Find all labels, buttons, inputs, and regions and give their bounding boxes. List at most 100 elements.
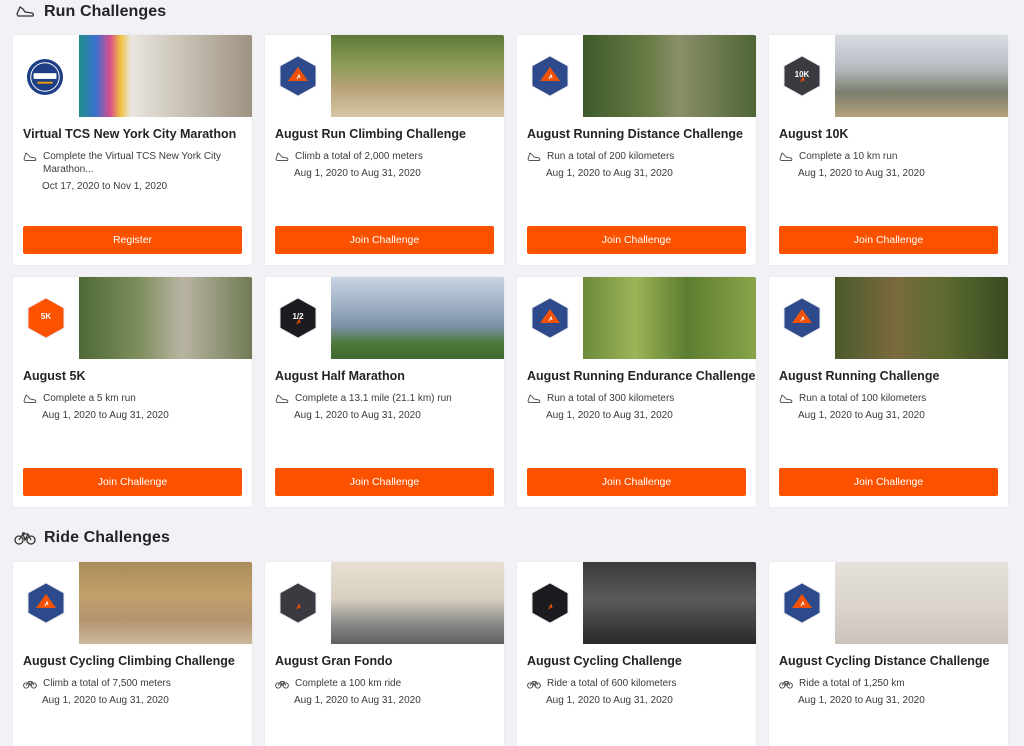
join-challenge-button[interactable]: Join Challenge <box>527 468 746 496</box>
challenge-title[interactable]: August 5K <box>23 369 86 383</box>
cycling-distance-hex-badge <box>783 582 821 624</box>
cycling-climb-hex-badge <box>27 582 65 624</box>
run-section-header: Run Challenges <box>14 0 166 25</box>
challenge-title[interactable]: August Cycling Distance Challenge <box>779 654 989 668</box>
challenge-description: Run a total of 300 kilometers <box>547 393 675 404</box>
ride-section-header: Ride Challenges <box>14 525 170 551</box>
join-challenge-button[interactable]: Join Challenge <box>527 226 746 254</box>
challenge-description: Climb a total of 7,500 meters <box>43 678 171 689</box>
challenge-badge <box>517 562 583 644</box>
challenge-badge <box>769 562 835 644</box>
challenge-dates: Oct 17, 2020 to Nov 1, 2020 <box>42 181 168 192</box>
challenge-description: Complete a 13.1 mile (21.1 km) run <box>295 393 452 404</box>
challenge-dates: Aug 1, 2020 to Aug 31, 2020 <box>546 410 673 421</box>
run-challenge-card[interactable]: August Running Endurance Challenge Run a … <box>517 277 756 507</box>
join-challenge-button[interactable]: Join Challenge <box>779 226 998 254</box>
challenge-title[interactable]: August Cycling Climbing Challenge <box>23 654 235 668</box>
bamboo-runners-photo <box>583 277 756 359</box>
challenge-description: Ride a total of 600 kilometers <box>547 678 677 689</box>
hill-runners-photo <box>835 35 1008 117</box>
challenge-title[interactable]: August Half Marathon <box>275 369 405 383</box>
run-challenges-grid: Virtual TCS New York City Marathon Comple… <box>13 35 1008 507</box>
shoe-icon <box>275 394 289 403</box>
gravel-cyclist-photo <box>79 562 252 644</box>
challenge-description: Complete a 10 km run <box>799 151 898 162</box>
challenge-badge <box>265 562 331 644</box>
5k-hex-badge: 5K <box>27 297 65 339</box>
shoe-icon <box>275 152 289 161</box>
ride-challenge-card[interactable]: August Gran Fondo Complete a 100 km ride A… <box>265 562 504 746</box>
challenge-title[interactable]: August Run Climbing Challenge <box>275 127 466 141</box>
challenge-dates: Aug 1, 2020 to Aug 31, 2020 <box>294 695 421 706</box>
challenge-description: Complete a 5 km run <box>43 393 136 404</box>
challenge-title[interactable]: August Cycling Challenge <box>527 654 682 668</box>
half-marathon-hex-badge: 1/2 <box>279 297 317 339</box>
join-challenge-button[interactable]: Join Challenge <box>275 468 494 496</box>
challenge-dates: Aug 1, 2020 to Aug 31, 2020 <box>546 695 673 706</box>
challenge-title[interactable]: August Running Endurance Challenge <box>527 369 755 383</box>
challenge-title[interactable]: August Running Challenge <box>779 369 939 383</box>
challenge-description: Complete a 100 km ride <box>295 678 402 689</box>
run-challenge-card[interactable]: Virtual TCS New York City Marathon Comple… <box>13 35 252 265</box>
join-challenge-button[interactable]: Join Challenge <box>23 468 242 496</box>
challenge-title[interactable]: Virtual TCS New York City Marathon <box>23 127 236 141</box>
run-section-title: Run Challenges <box>44 3 167 20</box>
challenge-description: Run a total of 200 kilometers <box>547 151 675 162</box>
register-button[interactable]: Register <box>23 226 242 254</box>
challenge-badge <box>13 35 79 117</box>
lakeside-runners-photo <box>331 277 504 359</box>
bike-icon <box>14 529 36 547</box>
run-challenge-card[interactable]: 5K August 5K Complete a 5 km run Aug 1, 202… <box>13 277 252 507</box>
run-challenge-card[interactable]: 10K August 10K Complete a 10 km run Aug 1, … <box>769 35 1008 265</box>
challenge-description: Climb a total of 2,000 meters <box>295 151 423 162</box>
challenge-dates: Aug 1, 2020 to Aug 31, 2020 <box>42 410 169 421</box>
challenge-dates: Aug 1, 2020 to Aug 31, 2020 <box>546 168 673 179</box>
bike-icon <box>527 681 541 689</box>
join-challenge-button[interactable]: Join Challenge <box>275 226 494 254</box>
challenge-dates: Aug 1, 2020 to Aug 31, 2020 <box>42 695 169 706</box>
group-runners-photo <box>79 277 252 359</box>
run-challenge-card[interactable]: August Running Distance Challenge Run a t… <box>517 35 756 265</box>
run-challenge-card[interactable]: August Running Challenge Run a total of 1… <box>769 277 1008 507</box>
challenge-badge: 10K <box>769 35 835 117</box>
climbing-hex-badge <box>279 55 317 97</box>
run-challenge-card[interactable]: August Run Climbing Challenge Climb a tot… <box>265 35 504 265</box>
challenge-badge: 5K <box>13 277 79 359</box>
endurance-hex-badge <box>531 297 569 339</box>
ride-section-title: Ride Challenges <box>44 529 170 546</box>
running-hex-badge <box>783 297 821 339</box>
run-challenge-card[interactable]: 1/2 August Half Marathon Complete a 13.1 m… <box>265 277 504 507</box>
shoe-icon <box>527 394 541 403</box>
wall-cyclist-photo <box>835 562 1008 644</box>
challenge-badge <box>769 277 835 359</box>
challenge-title[interactable]: August Running Distance Challenge <box>527 127 743 141</box>
road-cyclists-photo <box>331 562 504 644</box>
shoe-icon <box>14 3 36 21</box>
gran-fondo-hex-badge <box>279 582 317 624</box>
join-challenge-button[interactable]: Join Challenge <box>779 468 998 496</box>
challenge-badge <box>517 277 583 359</box>
10k-hex-badge: 10K <box>783 55 821 97</box>
challenge-dates: Aug 1, 2020 to Aug 31, 2020 <box>798 410 925 421</box>
cycling-hex-badge <box>531 582 569 624</box>
bike-icon <box>779 681 793 689</box>
challenge-title[interactable]: August 10K <box>779 127 848 141</box>
challenge-title[interactable]: August Gran Fondo <box>275 654 392 668</box>
challenge-description: Run a total of 100 kilometers <box>799 393 927 404</box>
challenge-badge <box>13 562 79 644</box>
shoe-icon <box>527 152 541 161</box>
challenge-badge <box>517 35 583 117</box>
challenge-badge: 1/2 <box>265 277 331 359</box>
ride-challenge-card[interactable]: August Cycling Distance Challenge Ride a … <box>769 562 1008 746</box>
trail-runners-photo <box>331 35 504 117</box>
bike-icon <box>23 681 37 689</box>
distance-hex-badge <box>531 55 569 97</box>
ride-challenge-card[interactable]: August Cycling Challenge Ride a total of … <box>517 562 756 746</box>
ride-challenge-card[interactable]: August Cycling Climbing Challenge Climb a… <box>13 562 252 746</box>
marathon-runners-photo <box>79 35 252 117</box>
challenge-dates: Aug 1, 2020 to Aug 31, 2020 <box>798 168 925 179</box>
challenge-description: Complete the Virtual TCS New York City Ma… <box>43 151 222 175</box>
challenge-dates: Aug 1, 2020 to Aug 31, 2020 <box>294 410 421 421</box>
challenge-dates: Aug 1, 2020 to Aug 31, 2020 <box>798 695 925 706</box>
shoe-icon <box>23 394 37 403</box>
